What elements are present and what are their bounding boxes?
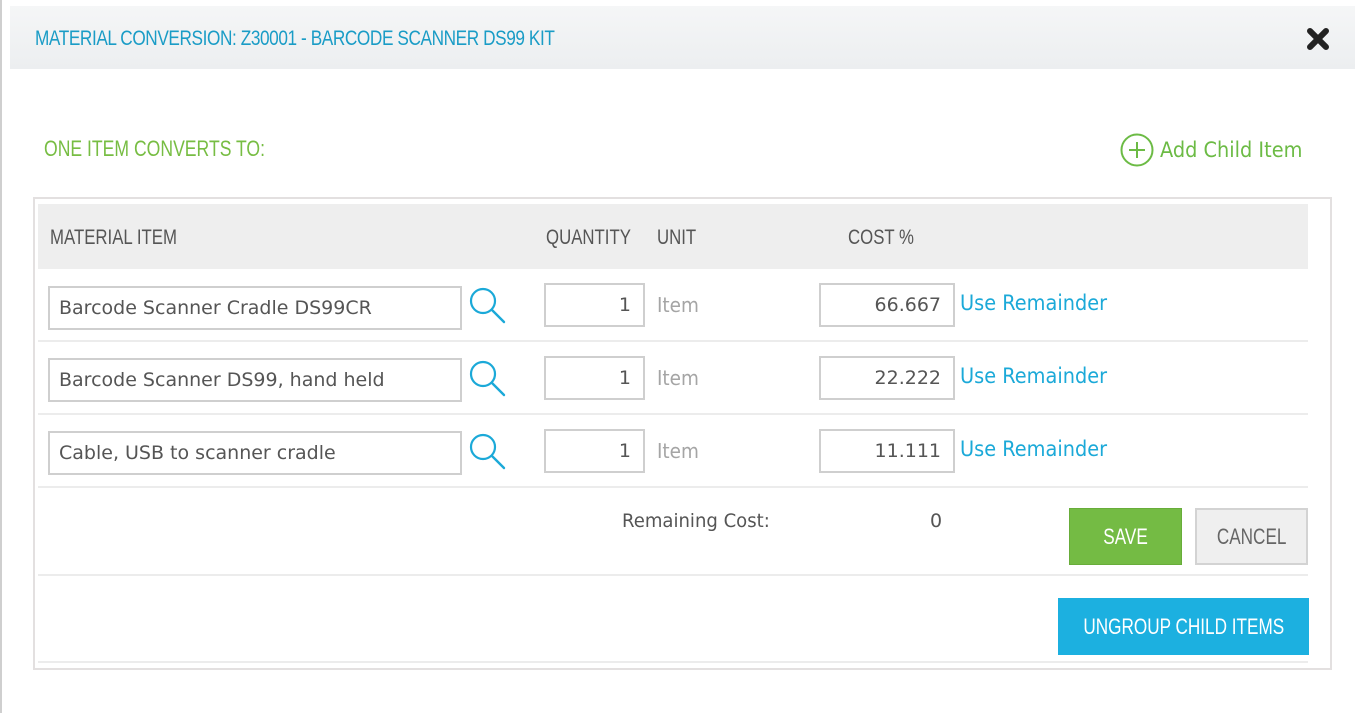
search-icon <box>469 287 506 324</box>
search-icon <box>469 360 506 397</box>
conversion-panel: MATERIAL ITEM QUANTITY UNIT COST % Barco… <box>33 197 1332 670</box>
ungroup-button-label: UNGROUP CHILD ITEMS <box>1083 613 1284 639</box>
table-row: Barcode Scanner Cradle DS99CR 1 Item 66.… <box>38 269 1308 342</box>
column-header-cost-pct: COST % <box>848 226 914 249</box>
cost-pct-input[interactable]: 22.222 <box>819 356 955 400</box>
material-item-input[interactable]: Barcode Scanner DS99, hand held <box>48 358 462 402</box>
material-item-input[interactable]: Cable, USB to scanner cradle <box>48 431 462 475</box>
use-remainder-link[interactable]: Use Remainder <box>960 291 1107 315</box>
table-header: MATERIAL ITEM QUANTITY UNIT COST % <box>38 204 1308 269</box>
plus-circle-icon <box>1120 133 1154 167</box>
unit-label: Item <box>657 439 699 463</box>
ungroup-child-items-button[interactable]: UNGROUP CHILD ITEMS <box>1058 598 1309 655</box>
search-material-button[interactable] <box>466 285 510 327</box>
save-button[interactable]: SAVE <box>1069 508 1182 565</box>
column-header-material-item: MATERIAL ITEM <box>50 226 177 249</box>
add-child-item-label: Add Child Item <box>1160 138 1303 162</box>
quantity-input[interactable]: 1 <box>544 429 645 473</box>
material-item-input[interactable]: Barcode Scanner Cradle DS99CR <box>48 286 462 330</box>
unit-label: Item <box>657 293 699 317</box>
close-button[interactable] <box>1307 28 1329 50</box>
column-header-quantity: QUANTITY <box>546 226 631 249</box>
remaining-cost-value: 0 <box>930 510 943 532</box>
search-material-button[interactable] <box>466 358 510 400</box>
save-button-label: SAVE <box>1103 523 1148 549</box>
quantity-input[interactable]: 1 <box>544 283 645 327</box>
cost-pct-input[interactable]: 11.111 <box>819 429 955 473</box>
ungroup-row: UNGROUP CHILD ITEMS <box>38 576 1309 664</box>
dialog-title: MATERIAL CONVERSION: Z30001 - BARCODE SC… <box>35 27 555 50</box>
search-icon <box>469 433 506 470</box>
summary-row: Remaining Cost: 0 SAVE CANCEL <box>38 488 1308 576</box>
use-remainder-link[interactable]: Use Remainder <box>960 364 1107 388</box>
cost-pct-input[interactable]: 66.667 <box>819 283 955 327</box>
remaining-cost-label: Remaining Cost: <box>622 510 770 532</box>
cancel-button[interactable]: CANCEL <box>1195 508 1308 565</box>
table-row: Barcode Scanner DS99, hand held 1 Item 2… <box>38 342 1308 415</box>
section-label: ONE ITEM CONVERTS TO: <box>44 136 266 161</box>
panel-bottom-divider <box>38 661 1308 663</box>
use-remainder-link[interactable]: Use Remainder <box>960 437 1107 461</box>
column-header-unit: UNIT <box>657 226 697 249</box>
dialog-header: MATERIAL CONVERSION: Z30001 - BARCODE SC… <box>10 6 1355 69</box>
search-material-button[interactable] <box>466 431 510 473</box>
quantity-input[interactable]: 1 <box>544 356 645 400</box>
add-child-item-button[interactable]: Add Child Item <box>1120 133 1315 167</box>
table-row: Cable, USB to scanner cradle 1 Item 11.1… <box>38 415 1308 488</box>
unit-label: Item <box>657 366 699 390</box>
close-icon <box>1307 28 1329 50</box>
cancel-button-label: CANCEL <box>1216 523 1287 549</box>
left-edge-border <box>0 0 2 713</box>
